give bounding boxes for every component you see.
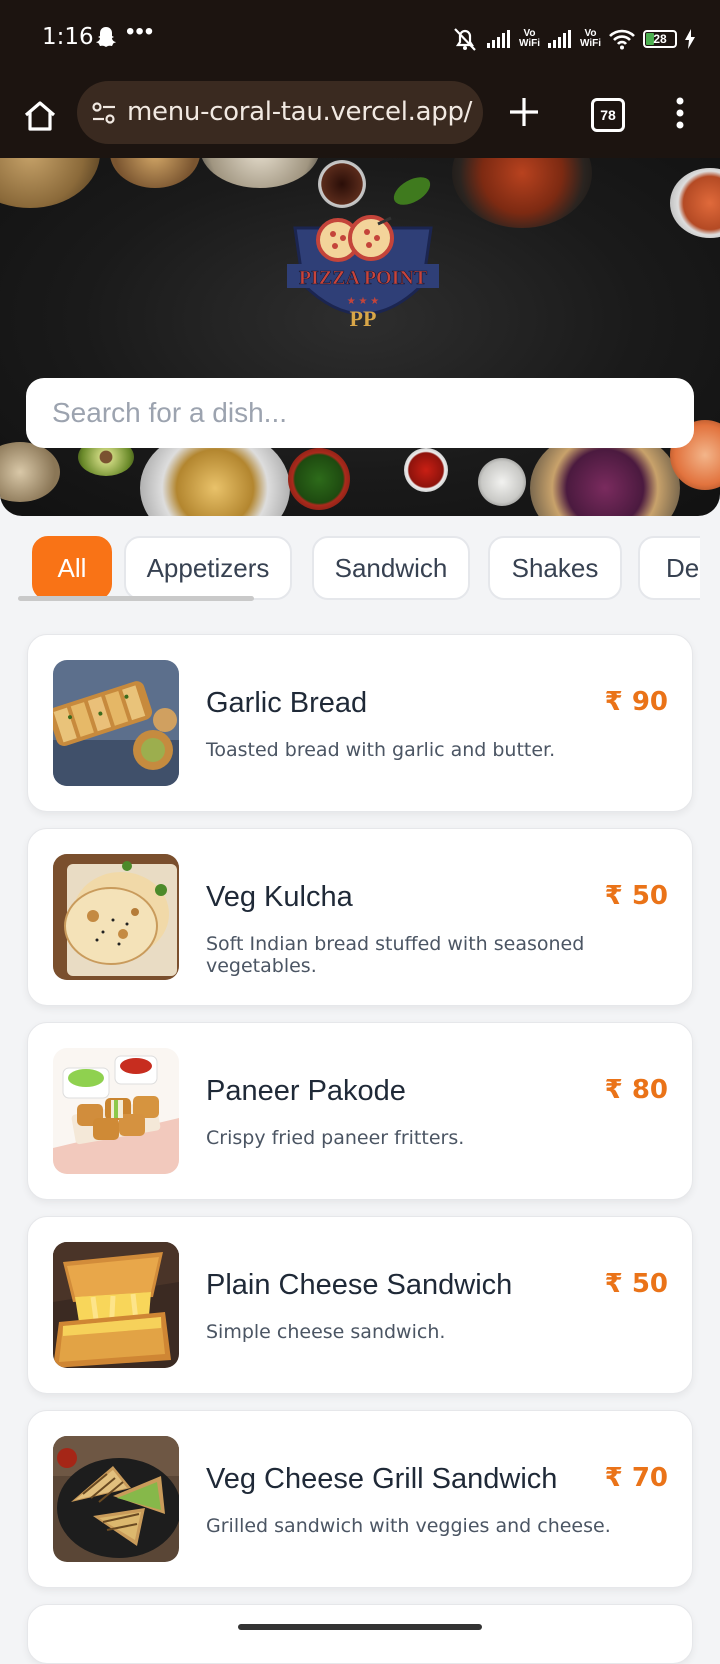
leaf-decoration [389, 171, 435, 211]
browser-toolbar: menu-coral-tau.vercel.app/m 78 [0, 78, 720, 158]
menu-item-price: ₹ 50 [604, 881, 668, 911]
status-icons: Vo WiFi Vo WiFi 28 [451, 24, 696, 54]
paneer-pakode-image [53, 1048, 179, 1174]
muted-bell-icon [454, 28, 476, 51]
menu-item-name: Paneer Pakode [206, 1075, 406, 1107]
menu-item-description: Soft Indian bread stuffed with seasoned … [206, 933, 585, 977]
new-tab-icon[interactable] [506, 94, 542, 130]
food-plate-decoration [110, 158, 200, 188]
category-chip-appetizers[interactable]: Appetizers [124, 536, 292, 600]
status-time: 1:16 [42, 24, 94, 50]
sauce-bowl-decoration [318, 160, 366, 208]
menu-item-price: ₹ 70 [604, 1463, 668, 1493]
overflow-menu-icon[interactable] [674, 96, 686, 130]
menu-item-card[interactable]: Plain Cheese Sandwich Simple cheese sand… [27, 1216, 693, 1394]
category-chip-desserts[interactable]: Des [638, 536, 700, 600]
logo-monogram: PP [350, 306, 377, 331]
battery-icon: 28 [643, 30, 677, 48]
tab-switcher-button[interactable]: 78 [591, 98, 625, 132]
menu-item-description: Grilled sandwich with veggies and cheese… [206, 1515, 611, 1537]
site-settings-icon[interactable] [91, 100, 117, 126]
sauce-bowl-decoration [404, 448, 448, 492]
food-plate-decoration [670, 168, 720, 238]
food-plate-decoration [452, 158, 592, 228]
food-plate-decoration [0, 442, 60, 502]
food-plate-decoration [478, 458, 526, 506]
menu-item-card[interactable]: Garlic Bread Toasted bread with garlic a… [27, 634, 693, 812]
category-scrollbar[interactable] [18, 596, 254, 601]
menu-item-card[interactable] [27, 1604, 693, 1664]
pizza-point-logo: PIZZA POINT ★ ★ ★ PP [287, 215, 439, 331]
food-plate-decoration [200, 158, 320, 188]
signal-2-icon [547, 30, 571, 48]
home-icon[interactable] [20, 96, 60, 136]
veg-kulcha-image [53, 854, 179, 980]
url-text: menu-coral-tau.vercel.app/m [127, 97, 473, 127]
menu-item-name: Veg Cheese Grill Sandwich [206, 1463, 558, 1495]
wifi-icon [609, 29, 635, 50]
menu-item-name: Veg Kulcha [206, 881, 353, 913]
menu-item-price: ₹ 50 [604, 1269, 668, 1299]
menu-item-price: ₹ 90 [604, 687, 668, 717]
menu-item-description: Toasted bread with garlic and butter. [206, 739, 556, 761]
vowifi-1-label: Vo WiFi [518, 28, 540, 49]
category-chip-all[interactable]: All [32, 536, 112, 600]
category-chip-sandwich[interactable]: Sandwich [312, 536, 470, 600]
menu-item-card[interactable]: Paneer Pakode Crispy fried paneer fritte… [27, 1022, 693, 1200]
menu-item-price: ₹ 80 [604, 1075, 668, 1105]
menu-item-description: Simple cheese sandwich. [206, 1321, 446, 1343]
garlic-bread-image [53, 660, 179, 786]
status-bar: 1:16 ••• Vo WiFi Vo WiFi 28 [0, 0, 720, 78]
address-bar[interactable]: menu-coral-tau.vercel.app/m [77, 81, 483, 144]
battery-level: 28 [653, 32, 667, 46]
menu-item-description: Crispy fried paneer fritters. [206, 1127, 465, 1149]
logo-wordmark: PIZZA POINT [299, 267, 428, 289]
search-input[interactable] [26, 378, 694, 448]
veg-cheese-grill-sandwich-image [53, 1436, 179, 1562]
plain-cheese-sandwich-image [53, 1242, 179, 1368]
snapchat-icon [96, 27, 116, 47]
food-plate-decoration [0, 158, 100, 208]
menu-item-card[interactable]: Veg Cheese Grill Sandwich Grilled sandwi… [27, 1410, 693, 1588]
category-tabs: All Appetizers Sandwich Shakes Des [32, 536, 700, 602]
category-chip-shakes[interactable]: Shakes [488, 536, 622, 600]
charging-icon [685, 29, 695, 49]
home-gesture-bar[interactable] [238, 1624, 482, 1630]
more-notifications-icon: ••• [126, 18, 155, 45]
menu-item-name: Garlic Bread [206, 687, 368, 719]
menu-item-card[interactable]: Veg Kulcha Soft Indian bread stuffed wit… [27, 828, 693, 1006]
signal-1-icon [486, 30, 510, 48]
menu-item-name: Plain Cheese Sandwich [206, 1269, 513, 1301]
hero-banner: PIZZA POINT ★ ★ ★ PP [0, 158, 720, 516]
food-plate-decoration [288, 448, 350, 510]
vowifi-2-label: Vo WiFi [579, 28, 601, 49]
